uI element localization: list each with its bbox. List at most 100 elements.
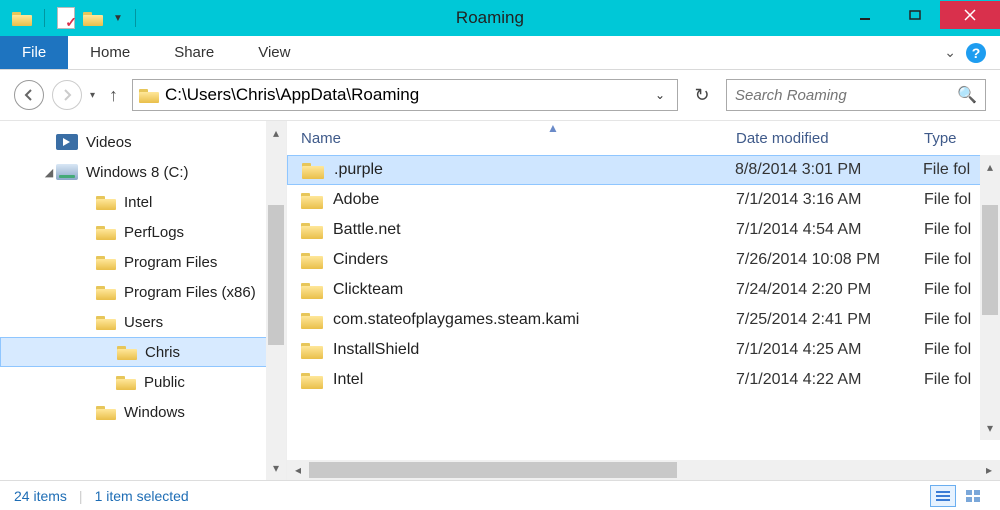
column-name[interactable]: Name ▲ (301, 130, 736, 147)
file-tab[interactable]: File (0, 36, 68, 69)
scroll-up-icon[interactable]: ▴ (980, 155, 1000, 179)
scroll-thumb[interactable] (268, 205, 284, 345)
column-headers: Name ▲ Date modified Type (287, 121, 1000, 155)
list-hscrollbar[interactable]: ◂ ▸ (287, 460, 1000, 480)
folder-icon (301, 221, 323, 239)
table-row[interactable]: InstallShield7/1/2014 4:25 AMFile fol (287, 335, 1000, 365)
folder-icon (301, 371, 323, 389)
tree-scrollbar[interactable]: ▴ ▾ (266, 121, 286, 480)
tree-label: Program Files (x86) (124, 284, 256, 301)
rows-container: .purple8/8/2014 3:01 PMFile folAdobe7/1/… (287, 155, 1000, 460)
address-bar[interactable]: ⌄ (132, 79, 678, 111)
history-dropdown-icon[interactable]: ▾ (90, 90, 95, 101)
folder-icon (96, 284, 116, 300)
tree-node[interactable]: ◢Windows 8 (C:) (0, 157, 286, 187)
file-name: .purple (334, 161, 735, 179)
table-row[interactable]: Battle.net7/1/2014 4:54 AMFile fol (287, 215, 1000, 245)
file-date: 8/8/2014 3:01 PM (735, 161, 923, 179)
quick-access-toolbar: ▼ (0, 7, 140, 29)
folder-icon (302, 161, 324, 179)
ribbon: File Home Share View ⌄ ? (0, 36, 1000, 70)
refresh-button[interactable]: ↻ (686, 79, 718, 111)
back-button[interactable] (14, 80, 44, 110)
tree-label: Chris (145, 344, 180, 361)
tree-node[interactable]: Program Files (0, 247, 286, 277)
table-row[interactable]: .purple8/8/2014 3:01 PMFile fol (287, 155, 1000, 185)
search-icon: 🔍 (957, 85, 977, 105)
folder-icon (139, 87, 159, 103)
table-row[interactable]: Intel7/1/2014 4:22 AMFile fol (287, 365, 1000, 395)
scroll-right-icon[interactable]: ▸ (978, 463, 1000, 477)
properties-icon[interactable] (57, 7, 75, 29)
folder-icon (96, 404, 116, 420)
tree-node[interactable]: Windows (0, 397, 286, 427)
tree-node[interactable]: Public (0, 367, 286, 397)
address-dropdown-icon[interactable]: ⌄ (649, 88, 671, 102)
details-view-button[interactable] (930, 485, 956, 507)
tab-share[interactable]: Share (152, 36, 236, 69)
folder-icon (301, 191, 323, 209)
window-title: Roaming (140, 8, 840, 28)
tab-home[interactable]: Home (68, 36, 152, 69)
file-date: 7/1/2014 4:54 AM (736, 221, 924, 239)
close-button[interactable] (940, 1, 1000, 29)
folder-icon[interactable] (12, 10, 32, 26)
tab-view[interactable]: View (236, 36, 312, 69)
folder-icon (116, 374, 136, 390)
divider: | (79, 488, 83, 504)
table-row[interactable]: com.stateofplaygames.steam.kami7/25/2014… (287, 305, 1000, 335)
file-name: Intel (333, 371, 736, 389)
search-input[interactable] (735, 87, 951, 104)
column-date[interactable]: Date modified (736, 130, 924, 147)
navigation-tree[interactable]: Videos◢Windows 8 (C:)Intel PerfLogs Progra… (0, 121, 286, 480)
scroll-left-icon[interactable]: ◂ (287, 463, 309, 477)
content-area: Videos◢Windows 8 (C:)IntelPerfLogsProgra… (0, 120, 1000, 480)
qat-dropdown-icon[interactable]: ▼ (113, 13, 123, 24)
status-bar: 24 items | 1 item selected (0, 480, 1000, 510)
scroll-down-icon[interactable]: ▾ (266, 456, 286, 480)
folder-icon (301, 251, 323, 269)
tree-node[interactable]: Chris (0, 337, 286, 367)
folder-icon (96, 314, 116, 330)
maximize-button[interactable] (890, 1, 940, 29)
search-box[interactable]: 🔍 (726, 79, 986, 111)
scroll-thumb[interactable] (309, 462, 677, 478)
expand-ribbon-icon[interactable]: ⌄ (944, 44, 956, 61)
table-row[interactable]: Adobe7/1/2014 3:16 AMFile fol (287, 185, 1000, 215)
folder-icon (301, 311, 323, 329)
minimize-button[interactable] (840, 1, 890, 29)
file-name: Adobe (333, 191, 736, 209)
table-row[interactable]: Clickteam7/24/2014 2:20 PMFile fol (287, 275, 1000, 305)
tree-node[interactable]: Videos (0, 127, 286, 157)
folder-icon (301, 281, 323, 299)
drive-icon (56, 164, 78, 180)
column-type[interactable]: Type (924, 130, 1000, 147)
file-name: InstallShield (333, 341, 736, 359)
list-vscrollbar[interactable]: ▴ ▾ (980, 155, 1000, 440)
folder-icon (301, 341, 323, 359)
table-row[interactable]: Cinders7/26/2014 10:08 PMFile fol (287, 245, 1000, 275)
tree-label: PerfLogs (124, 224, 184, 241)
tree-node[interactable]: Intel (0, 187, 286, 217)
thumbnails-view-button[interactable] (960, 485, 986, 507)
divider (44, 9, 45, 27)
tree-label: Users (124, 314, 163, 331)
tree-node[interactable]: Users (0, 307, 286, 337)
address-input[interactable] (165, 85, 649, 105)
file-list: Name ▲ Date modified Type .purple8/8/201… (286, 121, 1000, 480)
explorer-window: ▼ Roaming File Home Share View ⌄ ? ▾ ↑ ⌄… (0, 0, 1000, 510)
new-folder-icon[interactable] (83, 10, 103, 26)
tree-node[interactable]: Program Files (x86) (0, 277, 286, 307)
tree-label: Public (144, 374, 185, 391)
scroll-up-icon[interactable]: ▴ (266, 121, 286, 145)
file-name: Cinders (333, 251, 736, 269)
tree-node[interactable]: PerfLogs (0, 217, 286, 247)
expand-icon[interactable]: ◢ (42, 166, 56, 179)
scroll-down-icon[interactable]: ▾ (980, 416, 1000, 440)
help-icon[interactable]: ? (966, 43, 986, 63)
up-button[interactable]: ↑ (109, 85, 118, 106)
file-date: 7/25/2014 2:41 PM (736, 311, 924, 329)
scroll-thumb[interactable] (982, 205, 998, 315)
file-date: 7/1/2014 3:16 AM (736, 191, 924, 209)
forward-button[interactable] (52, 80, 82, 110)
